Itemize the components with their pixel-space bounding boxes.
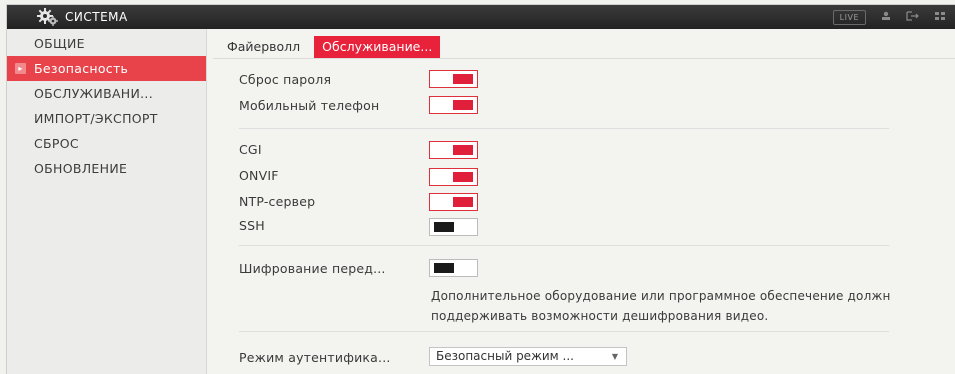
sidebar-item-label: ОБЩИЕ	[34, 36, 85, 51]
setting-label: ONVIF	[239, 167, 279, 183]
live-button[interactable]: LIVE	[832, 9, 866, 25]
setting-mobile-phone: Мобильный телефон	[239, 95, 429, 115]
user-icon[interactable]	[880, 11, 892, 24]
ntp-toggle[interactable]	[429, 193, 478, 211]
setting-ssh: SSH	[239, 215, 429, 235]
sidebar-item-reset[interactable]: СБРОС	[7, 131, 206, 156]
setting-label: Мобильный телефон	[239, 97, 380, 113]
sidebar-item-import-export[interactable]: ИМПОРТ/ЭКСПОРТ	[7, 106, 206, 131]
cgi-toggle[interactable]	[429, 141, 478, 159]
tab-firewall[interactable]: Файерволл	[213, 36, 314, 58]
sidebar-item-label: СБРОС	[34, 136, 79, 151]
toggle-knob	[453, 74, 473, 84]
gear-icon	[37, 7, 59, 27]
section-divider	[239, 331, 889, 332]
setting-label: CGI	[239, 141, 262, 157]
sidebar-item-label: Безопасность	[34, 61, 129, 76]
section-divider	[239, 245, 889, 246]
sidebar-item-label: ИМПОРТ/ЭКСПОРТ	[34, 111, 158, 126]
encryption-note-line: поддерживать возможности дешифрования ви…	[431, 309, 769, 323]
setting-label: Шифрование перед...	[239, 260, 386, 276]
chevron-down-icon: ▼	[611, 352, 618, 361]
setting-label: NTP-сервер	[239, 193, 316, 209]
encryption-note: Дополнительное оборудование или программ…	[431, 286, 955, 326]
title-actions: LIVE	[832, 5, 946, 29]
toggle-knob	[434, 263, 454, 273]
sidebar-item-update[interactable]: ОБНОВЛЕНИЕ	[7, 156, 206, 181]
setting-label: SSH	[239, 217, 265, 233]
setting-password-reset: Сброс пароля	[239, 69, 429, 89]
setting-label: Сброс пароля	[239, 71, 332, 87]
tab-bar: Файерволл Обслуживание...	[213, 36, 441, 58]
app-title: СИСТЕМА	[65, 10, 128, 24]
setting-onvif: ONVIF	[239, 165, 429, 185]
password-reset-toggle[interactable]	[429, 70, 478, 88]
mobile-phone-toggle[interactable]	[429, 96, 478, 114]
ssh-toggle[interactable]	[429, 218, 478, 236]
tab-maintenance-service[interactable]: Обслуживание...	[314, 36, 441, 58]
setting-auth-mode: Режим аутентифика...	[239, 347, 429, 367]
setting-label: Режим аутентифика...	[239, 349, 391, 365]
sidebar: ОБЩИЕ ▸ Безопасность ОБСЛУЖИВАНИ... ИМПО…	[7, 29, 207, 374]
toggle-knob	[453, 100, 473, 110]
toggle-knob	[453, 145, 473, 155]
logout-icon[interactable]	[906, 10, 920, 24]
grid-icon[interactable]	[934, 11, 946, 24]
section-divider	[239, 128, 889, 129]
sidebar-item-general[interactable]: ОБЩИЕ	[7, 31, 206, 56]
toggle-knob	[453, 172, 473, 182]
setting-cgi: CGI	[239, 139, 429, 159]
select-value: Безопасный режим ...	[436, 349, 574, 363]
sidebar-item-maintenance[interactable]: ОБСЛУЖИВАНИ...	[7, 81, 206, 106]
chevron-right-icon: ▸	[15, 63, 26, 74]
sidebar-item-label: ОБСЛУЖИВАНИ...	[34, 86, 153, 101]
setting-encryption: Шифрование перед...	[239, 258, 429, 278]
title-bar: СИСТЕМА LIVE	[7, 5, 955, 29]
tab-underline	[213, 58, 955, 59]
encryption-note-line: Дополнительное оборудование или программ…	[431, 289, 891, 303]
toggle-knob	[434, 222, 454, 232]
encryption-toggle[interactable]	[429, 259, 478, 277]
settings-window: СИСТЕМА LIVE ОБЩИЕ ▸ Безопасность ОБСЛУЖ…	[6, 4, 955, 374]
toggle-knob	[453, 197, 473, 207]
sidebar-item-label: ОБНОВЛЕНИЕ	[34, 161, 128, 176]
onvif-toggle[interactable]	[429, 168, 478, 186]
sidebar-item-security[interactable]: ▸ Безопасность	[7, 56, 206, 81]
setting-ntp: NTP-сервер	[239, 191, 429, 211]
auth-mode-select[interactable]: Безопасный режим ... ▼	[429, 347, 627, 366]
